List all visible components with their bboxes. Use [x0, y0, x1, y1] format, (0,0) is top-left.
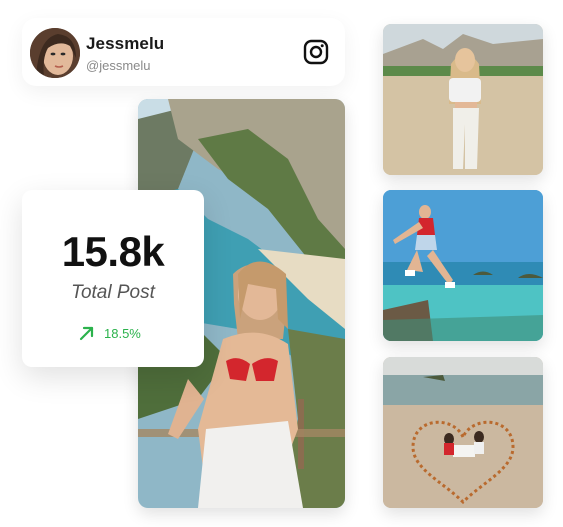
- thumbnail-photo-1[interactable]: [383, 24, 543, 175]
- avatar[interactable]: [30, 28, 80, 78]
- thumbnail-photo-3[interactable]: [383, 357, 543, 508]
- profile-name: Jessmelu: [86, 34, 165, 53]
- thumbnail-photo-2[interactable]: [383, 190, 543, 341]
- arrow-up-right-icon: [79, 326, 94, 341]
- total-post-value: 15.8k: [61, 228, 165, 275]
- growth-indicator: 18.5%: [78, 324, 141, 342]
- growth-percentage: 18.5%: [104, 325, 141, 341]
- total-post-card: 15.8k Total Post 18.5%: [22, 190, 204, 367]
- instagram-icon[interactable]: [303, 39, 329, 65]
- profile-card[interactable]: Jessmelu @jessmelu: [22, 18, 345, 86]
- total-post-label: Total Post: [71, 282, 155, 303]
- profile-handle: @jessmelu: [86, 58, 151, 73]
